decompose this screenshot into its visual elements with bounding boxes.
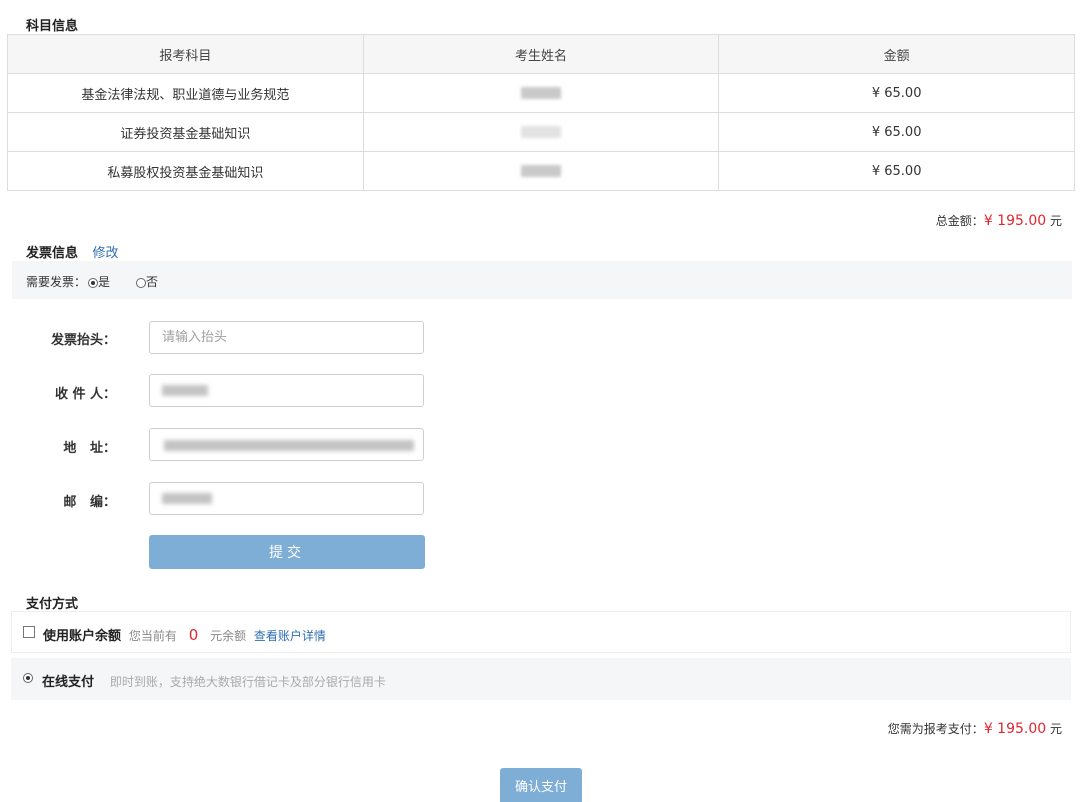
radio-no-icon[interactable] [136, 277, 146, 288]
invoice-title-text: 发票信息 [26, 246, 79, 261]
table-header-row: 报考科目 考生姓名 金额 [7, 34, 1075, 74]
need-pay-label: 您需为报考支付： [887, 722, 984, 736]
redacted-name [520, 87, 561, 99]
online-payment-option[interactable]: 在线支付 即时到账，支持绝大数银行借记卡及部分银行信用卡 [11, 658, 1071, 700]
redacted-name [520, 126, 561, 138]
invoice-need-bar: 需要发票： 是 否 [12, 261, 1072, 299]
amount-cell: ¥ 65.00 [718, 151, 1075, 191]
redacted-address [164, 440, 414, 451]
online-option-text: 在线支付 即时到账，支持绝大数银行借记卡及部分银行信用卡 [42, 671, 386, 690]
invoice-section-title: 发票信息 修改 [26, 242, 119, 261]
postcode-input[interactable] [149, 482, 424, 515]
invoice-edit-link[interactable]: 修改 [93, 246, 119, 261]
invoice-title-input[interactable] [149, 321, 424, 354]
subject-cell: 基金法律法规、职业道德与业务规范 [7, 73, 364, 113]
table-row: 私募股权投资基金基础知识 ¥ 65.00 [7, 151, 1075, 191]
receiver-label: 收 件 人： [54, 387, 116, 402]
balance-suffix: 元余额 [210, 629, 247, 643]
total-label: 总金额： [935, 214, 984, 228]
table-row: 证券投资基金基础知识 ¥ 65.00 [7, 112, 1075, 152]
column-header-subject: 报考科目 [7, 34, 364, 74]
column-header-name: 考生姓名 [362, 34, 720, 74]
confirm-payment-button[interactable]: 确认支付 [500, 768, 582, 802]
candidate-name-cell [362, 112, 720, 152]
table-row: 基金法律法规、职业道德与业务规范 ¥ 65.00 [7, 73, 1075, 113]
address-input[interactable] [149, 428, 424, 461]
invoice-option-no-label: 否 [146, 275, 159, 289]
online-payment-radio[interactable] [23, 673, 33, 683]
need-pay-unit: 元 [1049, 722, 1062, 736]
amount-cell: ¥ 65.00 [718, 112, 1075, 152]
total-amount: 总金额：¥ 195.00 元 [936, 212, 1062, 229]
balance-option-text: 使用账户余额 您当前有 0 元余额 查看账户详情 [43, 625, 326, 644]
invoice-option-no[interactable]: 否 [136, 273, 158, 290]
redacted-postcode [162, 493, 212, 504]
subject-cell: 证券投资基金基础知识 [7, 112, 364, 152]
total-value: ¥ 195.00 [983, 213, 1047, 229]
column-header-amount: 金额 [718, 34, 1075, 74]
subjects-table: 报考科目 考生姓名 金额 基金法律法规、职业道德与业务规范 ¥ 65.00 证券… [7, 34, 1075, 191]
balance-payment-option[interactable]: 使用账户余额 您当前有 0 元余额 查看账户详情 [11, 611, 1071, 653]
payment-section-title: 支付方式 [26, 597, 79, 612]
invoice-option-yes[interactable]: 是 [88, 273, 110, 290]
balance-option-label: 使用账户余额 [43, 629, 122, 644]
address-label: 地 址： [63, 441, 116, 456]
need-to-pay: 您需为报考支付：¥ 195.00 元 [888, 720, 1062, 737]
invoice-submit-button[interactable]: 提交 [149, 535, 425, 569]
candidate-name-cell [362, 73, 720, 113]
account-details-link[interactable]: 查看账户详情 [254, 629, 326, 643]
invoice-option-yes-label: 是 [98, 275, 111, 289]
need-pay-value: ¥ 195.00 [983, 721, 1047, 737]
redacted-name [520, 165, 561, 177]
balance-checkbox[interactable] [23, 626, 35, 638]
postcode-label: 邮 编： [63, 495, 116, 510]
online-option-description: 即时到账，支持绝大数银行借记卡及部分银行信用卡 [109, 675, 386, 689]
total-unit: 元 [1049, 214, 1062, 228]
online-option-label: 在线支付 [42, 675, 95, 690]
redacted-receiver [162, 385, 208, 396]
need-invoice-label: 需要发票： [26, 275, 87, 289]
radio-yes-icon[interactable] [88, 277, 98, 288]
subject-cell: 私募股权投资基金基础知识 [7, 151, 364, 191]
subjects-section-title: 科目信息 [26, 19, 79, 34]
candidate-name-cell [362, 151, 720, 191]
balance-prefix: 您当前有 [128, 629, 177, 643]
amount-cell: ¥ 65.00 [718, 73, 1075, 113]
balance-amount: 0 [188, 626, 199, 644]
receiver-input[interactable] [149, 374, 424, 407]
invoice-title-label: 发票抬头： [50, 333, 116, 348]
